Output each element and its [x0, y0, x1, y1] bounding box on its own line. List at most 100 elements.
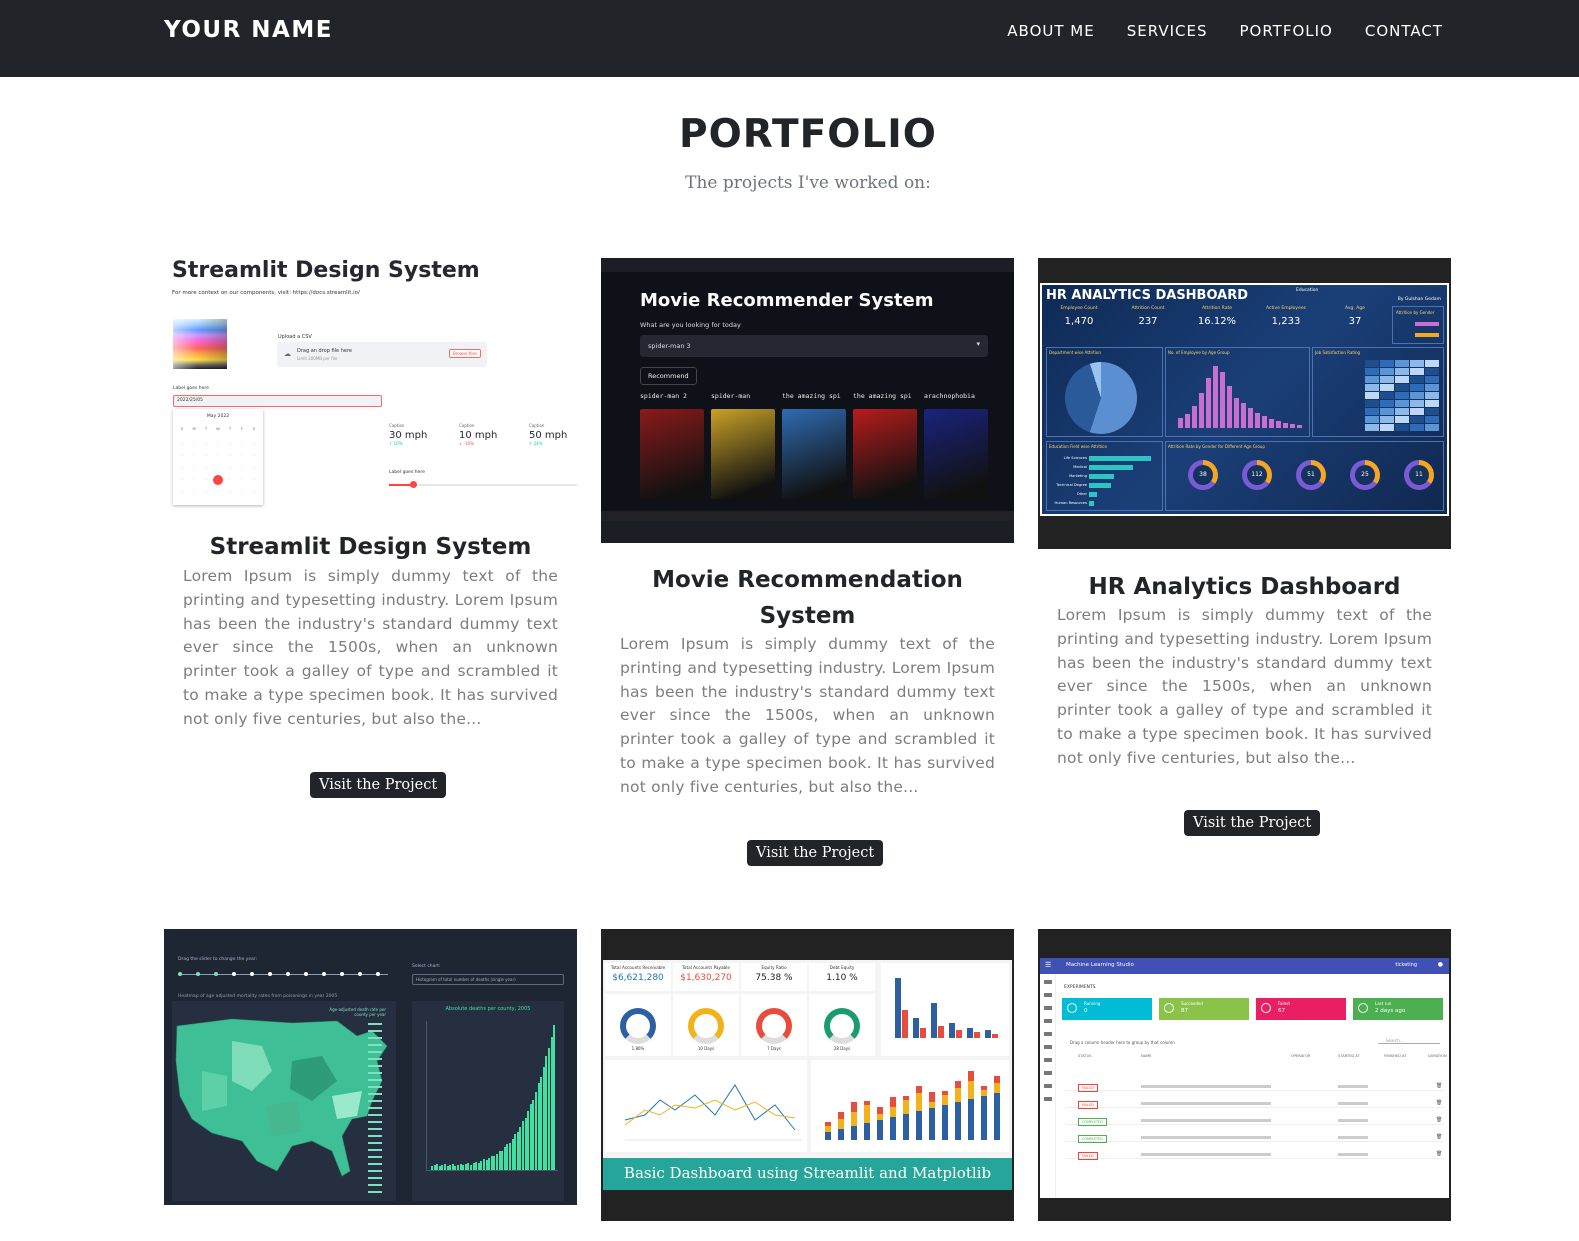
movie-poster[interactable] — [640, 409, 704, 499]
calendar-day[interactable]: · — [213, 439, 223, 449]
calendar-day[interactable]: · — [225, 487, 235, 497]
calendar-day[interactable]: · — [249, 439, 259, 449]
bar-panel: Absolute deaths per county, 2005 — [412, 1001, 564, 1201]
slider-tick[interactable] — [286, 972, 290, 976]
date-input[interactable]: 2022/25/05 — [173, 395, 382, 407]
nav-link-portfolio[interactable]: PORTFOLIO — [1239, 22, 1332, 40]
calendar-day[interactable]: · — [237, 487, 247, 497]
delete-icon[interactable]: 🗑 — [1436, 1134, 1442, 1140]
slider-track[interactable] — [389, 481, 577, 488]
project-thumbnail[interactable]: Streamlit Design System For more context… — [164, 258, 577, 513]
project-thumbnail[interactable]: Drag the slider to change the year: Heat… — [164, 929, 577, 1205]
slider-tick[interactable] — [250, 972, 254, 976]
calendar-day[interactable]: · — [213, 463, 223, 473]
slider-tick[interactable] — [232, 972, 236, 976]
visit-project-button[interactable]: Visit the Project — [310, 772, 447, 798]
column-header[interactable]: STARTED AT — [1338, 1054, 1360, 1058]
movie-poster[interactable] — [782, 409, 846, 499]
slider-tick[interactable] — [178, 972, 182, 976]
stat-tile[interactable]: Failed 67 — [1256, 998, 1346, 1020]
slider-tick[interactable] — [304, 972, 308, 976]
delete-icon[interactable]: 🗑 — [1436, 1083, 1442, 1089]
calendar-day[interactable]: · — [189, 439, 199, 449]
edu-bar — [1089, 465, 1134, 470]
slider-tick[interactable] — [358, 972, 362, 976]
calendar-day[interactable]: · — [177, 439, 187, 449]
calendar-day[interactable]: · — [177, 451, 187, 461]
stat-tile[interactable]: Last run 2 days ago — [1353, 998, 1443, 1020]
slider-tick[interactable] — [340, 972, 344, 976]
calendar-day[interactable]: · — [177, 475, 187, 485]
calendar-day[interactable]: · — [177, 487, 187, 497]
calendar-day[interactable]: · — [201, 463, 211, 473]
chart-select[interactable]: Histogram of total number of deaths (sin… — [412, 974, 564, 985]
search-input[interactable]: Search... — [1378, 1038, 1440, 1044]
stack-bar — [942, 1091, 948, 1095]
nav-link-contact[interactable]: CONTACT — [1365, 22, 1443, 40]
brand-logo[interactable]: YOUR NAME — [164, 17, 333, 43]
calendar-day[interactable]: · — [237, 463, 247, 473]
calendar-day[interactable]: · — [237, 451, 247, 461]
calendar-day[interactable]: · — [225, 439, 235, 449]
menu-icon[interactable]: ☰ — [1045, 961, 1051, 969]
movie-select[interactable]: spider-man 3 ▾ — [640, 335, 988, 357]
calendar-day[interactable]: · — [213, 475, 223, 485]
calendar-day[interactable]: · — [225, 451, 235, 461]
movie-poster[interactable] — [711, 409, 775, 499]
project-thumbnail[interactable]: Total Accounts Receivable $6,621,280 Total… — [601, 929, 1014, 1221]
calendar-day[interactable]: · — [249, 487, 259, 497]
calendar-day[interactable]: · — [249, 451, 259, 461]
column-header[interactable]: NAME — [1141, 1054, 1152, 1058]
calendar-day[interactable]: · — [189, 463, 199, 473]
stat-tile[interactable]: Running 0 — [1062, 998, 1152, 1020]
column-header[interactable]: DURATION — [1428, 1054, 1447, 1058]
calendar-day[interactable]: · — [201, 439, 211, 449]
visit-project-button[interactable]: Visit the Project — [747, 840, 884, 866]
slider-tick[interactable] — [376, 972, 380, 976]
calendar-day[interactable]: · — [237, 439, 247, 449]
slider-handle[interactable] — [410, 481, 417, 488]
file-uploader[interactable]: ☁ Drag an drop file here Limit 200MB per… — [277, 342, 487, 367]
calendar-day[interactable]: · — [225, 463, 235, 473]
calendar-day[interactable]: · — [201, 475, 211, 485]
column-header[interactable]: STATUS — [1078, 1054, 1091, 1058]
kpi-value: 1,233 — [1271, 316, 1301, 327]
year-slider[interactable] — [178, 969, 388, 981]
calendar-day[interactable]: · — [249, 463, 259, 473]
delete-icon[interactable]: 🗑 — [1436, 1100, 1442, 1106]
calendar-day[interactable]: · — [249, 475, 259, 485]
calendar-day[interactable]: · — [201, 487, 211, 497]
calendar-day[interactable]: · — [213, 451, 223, 461]
movie-poster[interactable] — [924, 409, 988, 499]
project-thumbnail[interactable]: ☰ Machine Learning Studio ticketing ● EX… — [1038, 929, 1451, 1221]
side-rail-icons[interactable] — [1044, 980, 1052, 1110]
browse-files-button[interactable]: Browse files — [448, 349, 481, 358]
calendar-day[interactable]: · — [213, 487, 223, 497]
slider-tick[interactable] — [322, 972, 326, 976]
slider-tick[interactable] — [268, 972, 272, 976]
column-header[interactable]: OPERATOR — [1291, 1054, 1310, 1058]
project-thumbnail[interactable]: HR ANALYTICS DASHBOARD Education By Guls… — [1038, 258, 1451, 549]
column-header[interactable]: FINISHED AT — [1384, 1054, 1406, 1058]
calendar-day[interactable]: · — [189, 475, 199, 485]
slider-tick[interactable] — [196, 972, 200, 976]
nav-link-services[interactable]: SERVICES — [1127, 22, 1208, 40]
project-thumbnail[interactable]: Movie Recommender System What are you lo… — [601, 258, 1014, 543]
calendar-day[interactable]: · — [237, 475, 247, 485]
delete-icon[interactable]: 🗑 — [1436, 1151, 1442, 1157]
calendar-day[interactable]: · — [189, 487, 199, 497]
delete-icon[interactable]: 🗑 — [1436, 1117, 1442, 1123]
stat-tile[interactable]: Succeeded 87 — [1159, 998, 1249, 1020]
calendar-day[interactable]: · — [189, 451, 199, 461]
account-icon[interactable]: ● — [1438, 961, 1443, 968]
visit-project-button[interactable]: Visit the Project — [1184, 810, 1321, 836]
calendar-popup[interactable]: May 2022 S M T W T F S · · · · · · · · · · · · · · · · · · · · · · · ·… — [173, 409, 263, 505]
calendar-day[interactable]: · — [177, 463, 187, 473]
gender-panel: Attrition by Gender — [1392, 306, 1444, 344]
recommend-button[interactable]: Recommend — [640, 367, 697, 385]
calendar-day[interactable]: · — [201, 451, 211, 461]
movie-poster[interactable] — [853, 409, 917, 499]
nav-link-about[interactable]: ABOUT ME — [1007, 22, 1094, 40]
slider-tick[interactable] — [214, 972, 218, 976]
calendar-day[interactable]: · — [225, 475, 235, 485]
